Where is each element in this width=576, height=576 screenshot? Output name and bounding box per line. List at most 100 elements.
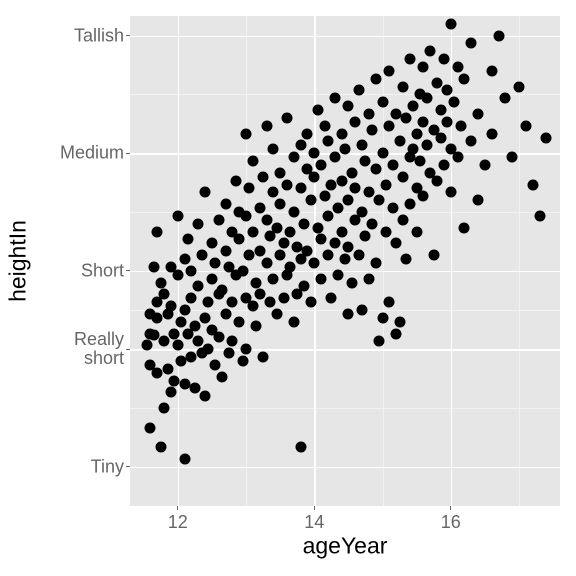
data-point: [367, 218, 378, 229]
data-point: [404, 54, 415, 65]
data-point: [343, 308, 354, 319]
data-point: [418, 61, 429, 72]
data-point: [295, 442, 306, 453]
data-point: [329, 93, 340, 104]
data-point: [200, 391, 211, 402]
data-point: [377, 97, 388, 108]
data-point: [384, 65, 395, 76]
data-point: [241, 344, 252, 355]
data-point: [367, 124, 378, 135]
data-point: [275, 167, 286, 178]
x-tick-label: 16: [441, 512, 461, 533]
data-point: [428, 250, 439, 261]
data-point: [466, 38, 477, 49]
data-point: [408, 101, 419, 112]
data-point: [217, 285, 228, 296]
data-point: [333, 203, 344, 214]
data-point: [268, 273, 279, 284]
data-point: [353, 85, 364, 96]
data-point: [295, 140, 306, 151]
data-point: [220, 308, 231, 319]
data-point: [398, 214, 409, 225]
data-point: [456, 120, 467, 131]
y-tick-label: Medium: [60, 144, 124, 163]
data-point: [473, 195, 484, 206]
data-point: [169, 328, 180, 339]
data-point: [329, 152, 340, 163]
data-point: [486, 128, 497, 139]
data-point: [186, 265, 197, 276]
data-point: [189, 383, 200, 394]
data-point: [206, 238, 217, 249]
x-axis-label: ageYear: [303, 533, 388, 560]
data-point: [380, 179, 391, 190]
data-point: [261, 214, 272, 225]
data-point: [200, 312, 211, 323]
data-point: [193, 218, 204, 229]
data-point: [343, 242, 354, 253]
data-point: [155, 277, 166, 288]
data-point: [196, 250, 207, 261]
data-point: [363, 273, 374, 284]
data-point: [220, 199, 231, 210]
data-point: [336, 226, 347, 237]
data-point: [336, 128, 347, 139]
data-point: [507, 152, 518, 163]
data-point: [384, 120, 395, 131]
data-point: [254, 203, 265, 214]
data-point: [281, 179, 292, 190]
data-point: [398, 171, 409, 182]
data-point: [357, 305, 368, 316]
data-point: [165, 301, 176, 312]
data-point: [473, 109, 484, 120]
data-point: [285, 226, 296, 237]
plot-panel: [130, 16, 560, 506]
data-point: [387, 203, 398, 214]
data-point: [234, 234, 245, 245]
data-point: [370, 163, 381, 174]
data-point: [514, 81, 525, 92]
data-point: [357, 207, 368, 218]
data-point: [387, 159, 398, 170]
data-point: [438, 159, 449, 170]
data-point: [210, 359, 221, 370]
x-tick-label: 14: [304, 512, 324, 533]
data-point: [227, 297, 238, 308]
data-point: [309, 257, 320, 268]
data-point: [401, 254, 412, 265]
data-point: [343, 101, 354, 112]
data-point: [223, 348, 234, 359]
data-point: [251, 320, 262, 331]
data-point: [527, 179, 538, 190]
data-point: [241, 128, 252, 139]
data-point: [247, 301, 258, 312]
data-point: [234, 316, 245, 327]
data-point: [247, 156, 258, 167]
data-point: [271, 308, 282, 319]
data-point: [155, 442, 166, 453]
data-point: [398, 81, 409, 92]
data-point: [213, 214, 224, 225]
data-point: [230, 175, 241, 186]
data-point: [241, 210, 252, 221]
data-point: [268, 144, 279, 155]
data-point: [319, 191, 330, 202]
data-point: [159, 403, 170, 414]
data-point: [254, 246, 265, 257]
data-point: [271, 222, 282, 233]
x-tick-label: 12: [168, 512, 188, 533]
data-point: [343, 195, 354, 206]
data-point: [203, 344, 214, 355]
data-point: [374, 336, 385, 347]
data-point: [278, 293, 289, 304]
data-point: [449, 97, 460, 108]
data-point: [432, 175, 443, 186]
data-point: [425, 46, 436, 57]
data-point: [203, 297, 214, 308]
data-point: [435, 105, 446, 116]
data-point: [360, 230, 371, 241]
data-point: [408, 144, 419, 155]
data-point: [333, 269, 344, 280]
data-point: [353, 250, 364, 261]
data-point: [452, 61, 463, 72]
